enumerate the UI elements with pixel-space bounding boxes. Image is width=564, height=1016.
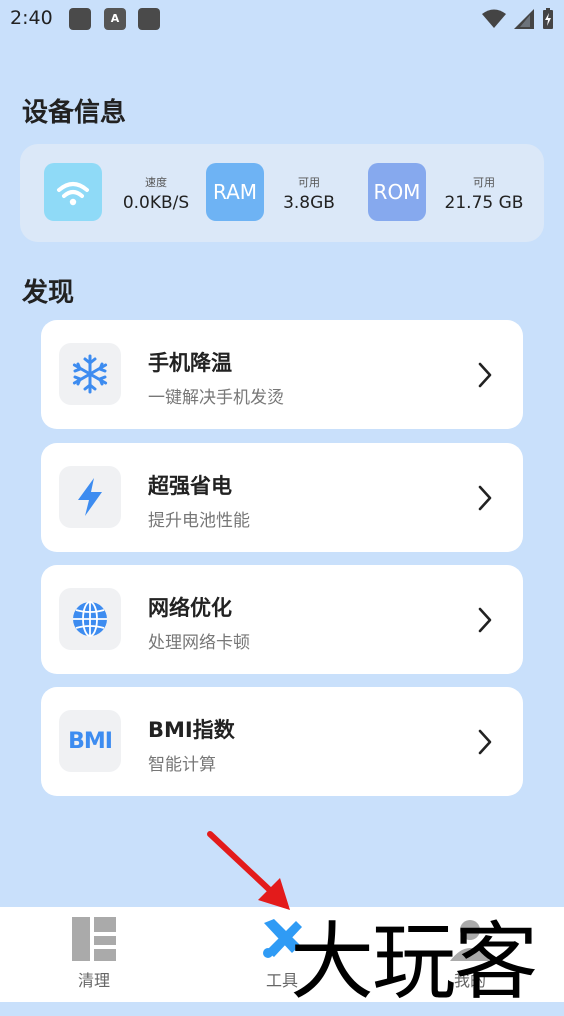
- bmi-icon-text: BMI: [68, 728, 113, 754]
- feature-card-network-optimization[interactable]: 网络优化 处理网络卡顿: [41, 565, 523, 674]
- speed-label: 速度: [145, 176, 167, 189]
- speed-value: 0.0KB/S: [122, 193, 190, 213]
- bmi-icon: BMI: [59, 710, 121, 772]
- ram-value: 3.8GB: [283, 193, 335, 213]
- chevron-right-icon: [478, 729, 492, 755]
- status-time: 2:40: [10, 7, 53, 29]
- notification-icon: [69, 8, 91, 30]
- watermark: 大玩客: [290, 913, 538, 1011]
- nav-item-clean[interactable]: 清理: [0, 907, 188, 1002]
- feature-title: 手机降温: [148, 351, 232, 375]
- notification-icon: [138, 8, 160, 30]
- chevron-right-icon: [478, 362, 492, 388]
- status-indicators: [482, 8, 554, 30]
- feature-subtitle: 一键解决手机发烫: [148, 388, 284, 408]
- clean-icon: [72, 917, 116, 961]
- feature-card-bmi[interactable]: BMI BMI指数 智能计算: [41, 687, 523, 796]
- status-bar: 2:40 A: [0, 0, 564, 38]
- speed-stat: 速度 0.0KB/S: [116, 174, 196, 213]
- ram-icon: RAM: [206, 163, 264, 221]
- lightning-icon: [59, 466, 121, 528]
- feature-subtitle: 提升电池性能: [148, 511, 250, 531]
- feature-title: 超强省电: [148, 474, 232, 498]
- wifi-icon: [44, 163, 102, 221]
- nav-label: 清理: [77, 971, 110, 990]
- ram-label: 可用: [298, 176, 320, 189]
- chevron-right-icon: [478, 485, 492, 511]
- feature-subtitle: 智能计算: [148, 755, 216, 775]
- discover-title: 发现: [22, 278, 75, 308]
- cell-signal-icon: [514, 9, 534, 29]
- rom-label: 可用: [473, 176, 495, 189]
- battery-icon: [543, 8, 553, 29]
- rom-icon: ROM: [368, 163, 426, 221]
- feature-title: BMI指数: [148, 718, 235, 742]
- wifi-signal-icon: [482, 9, 506, 28]
- rom-stat: 可用 21.75 GB: [440, 174, 528, 213]
- feature-card-power-saving[interactable]: 超强省电 提升电池性能: [41, 443, 523, 552]
- keyboard-notification-icon: A: [104, 8, 126, 30]
- rom-value: 21.75 GB: [444, 193, 524, 213]
- globe-icon: [59, 588, 121, 650]
- feature-card-phone-cooling[interactable]: 手机降温 一键解决手机发烫: [41, 320, 523, 429]
- chevron-right-icon: [478, 607, 492, 633]
- feature-title: 网络优化: [148, 596, 232, 620]
- snowflake-icon: [59, 343, 121, 405]
- feature-subtitle: 处理网络卡顿: [148, 633, 250, 653]
- device-info-title: 设备信息: [22, 98, 127, 128]
- device-info-card: 速度 0.0KB/S RAM 可用 3.8GB ROM 可用 21.75 GB: [20, 144, 544, 242]
- red-arrow-icon: [207, 831, 290, 910]
- ram-stat: 可用 3.8GB: [276, 174, 342, 213]
